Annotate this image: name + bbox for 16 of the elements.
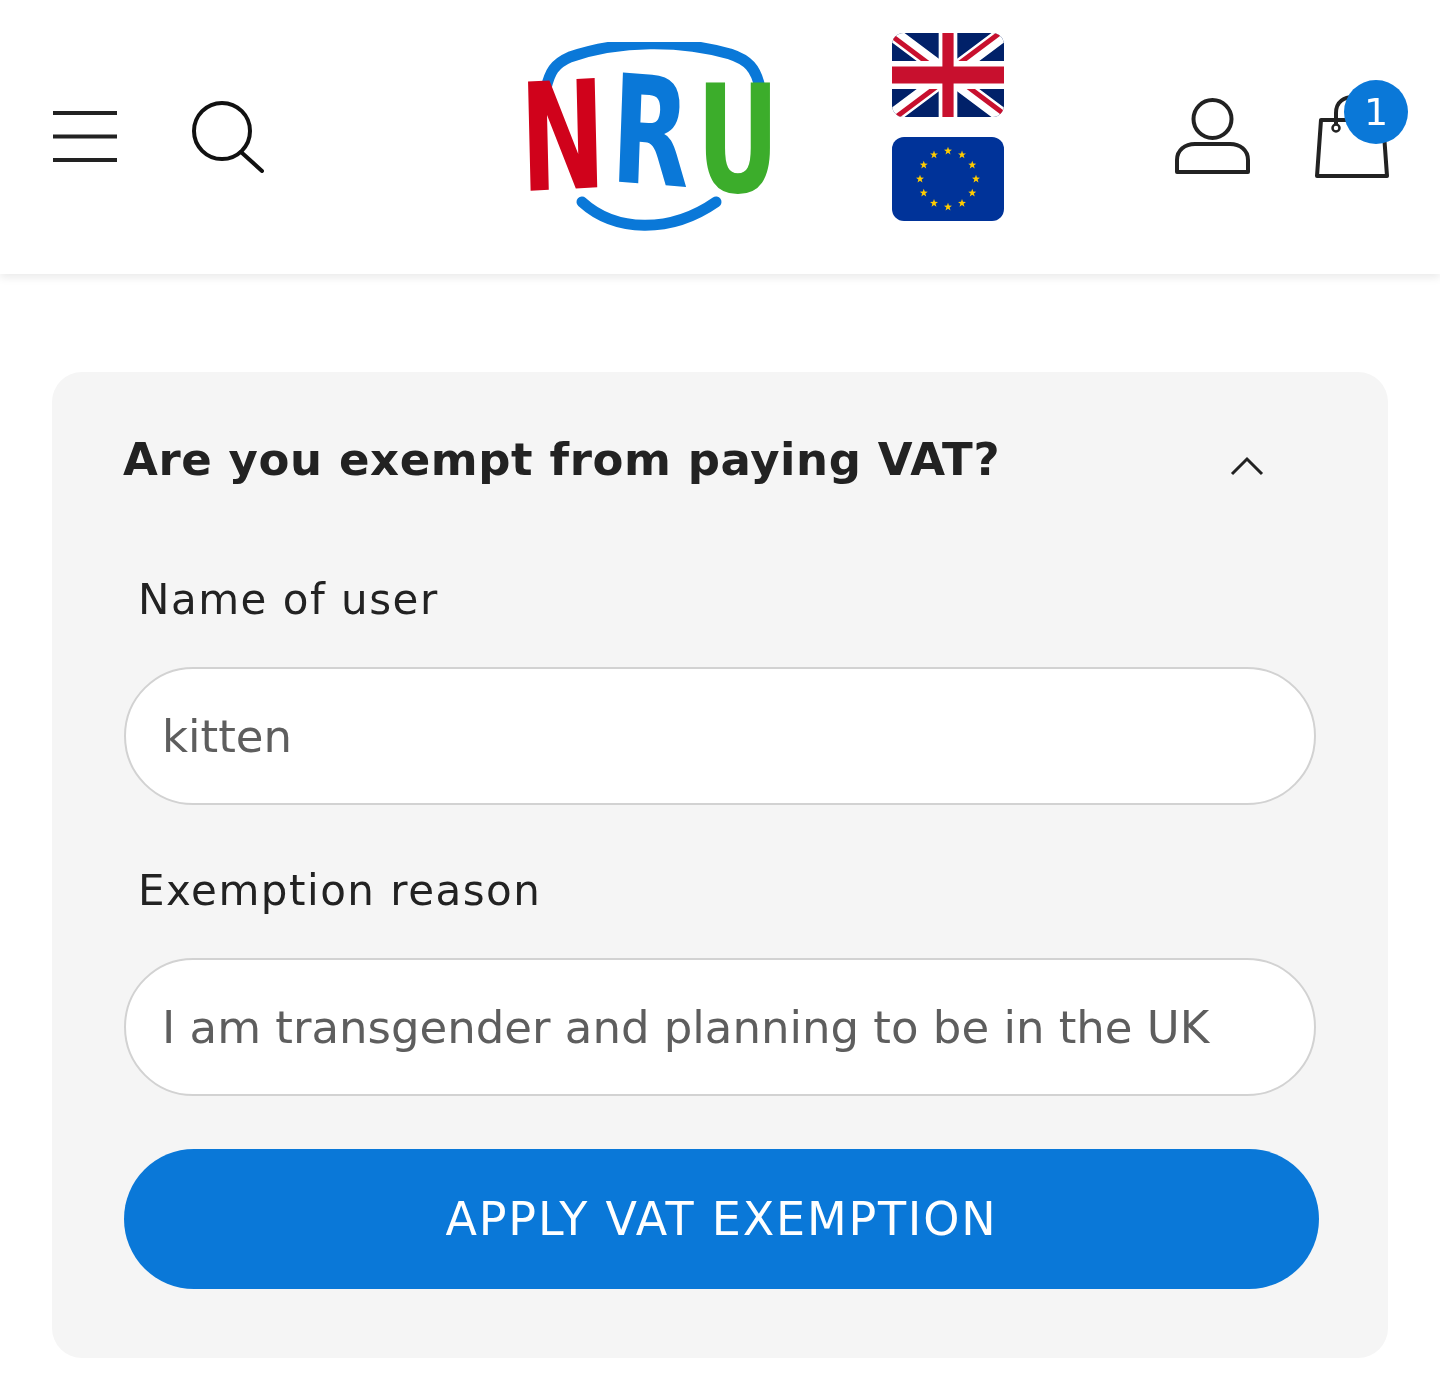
field-label: Name of user <box>138 574 439 626</box>
union-jack-flag-icon[interactable] <box>892 33 1004 117</box>
logo-letter: N <box>518 78 607 196</box>
text-input[interactable]: I am transgender and planning to be in the UK <box>124 958 1316 1096</box>
menu-icon[interactable] <box>53 111 117 162</box>
user-icon[interactable] <box>1175 98 1250 175</box>
text-input[interactable]: kitten <box>124 667 1316 805</box>
logo-letter: R <box>609 73 693 191</box>
cart-count-badge: 1 <box>1344 80 1408 144</box>
panel-title: Are you exempt from paying VAT? <box>123 432 1001 488</box>
chevron-up-icon[interactable] <box>1230 456 1264 476</box>
logo-letter: U <box>696 84 779 196</box>
search-icon[interactable] <box>192 100 264 173</box>
eu-flag-icon[interactable] <box>892 137 1004 221</box>
apply-button[interactable]: APPLY VAT EXEMPTION <box>124 1149 1319 1289</box>
field-label: Exemption reason <box>138 865 542 917</box>
